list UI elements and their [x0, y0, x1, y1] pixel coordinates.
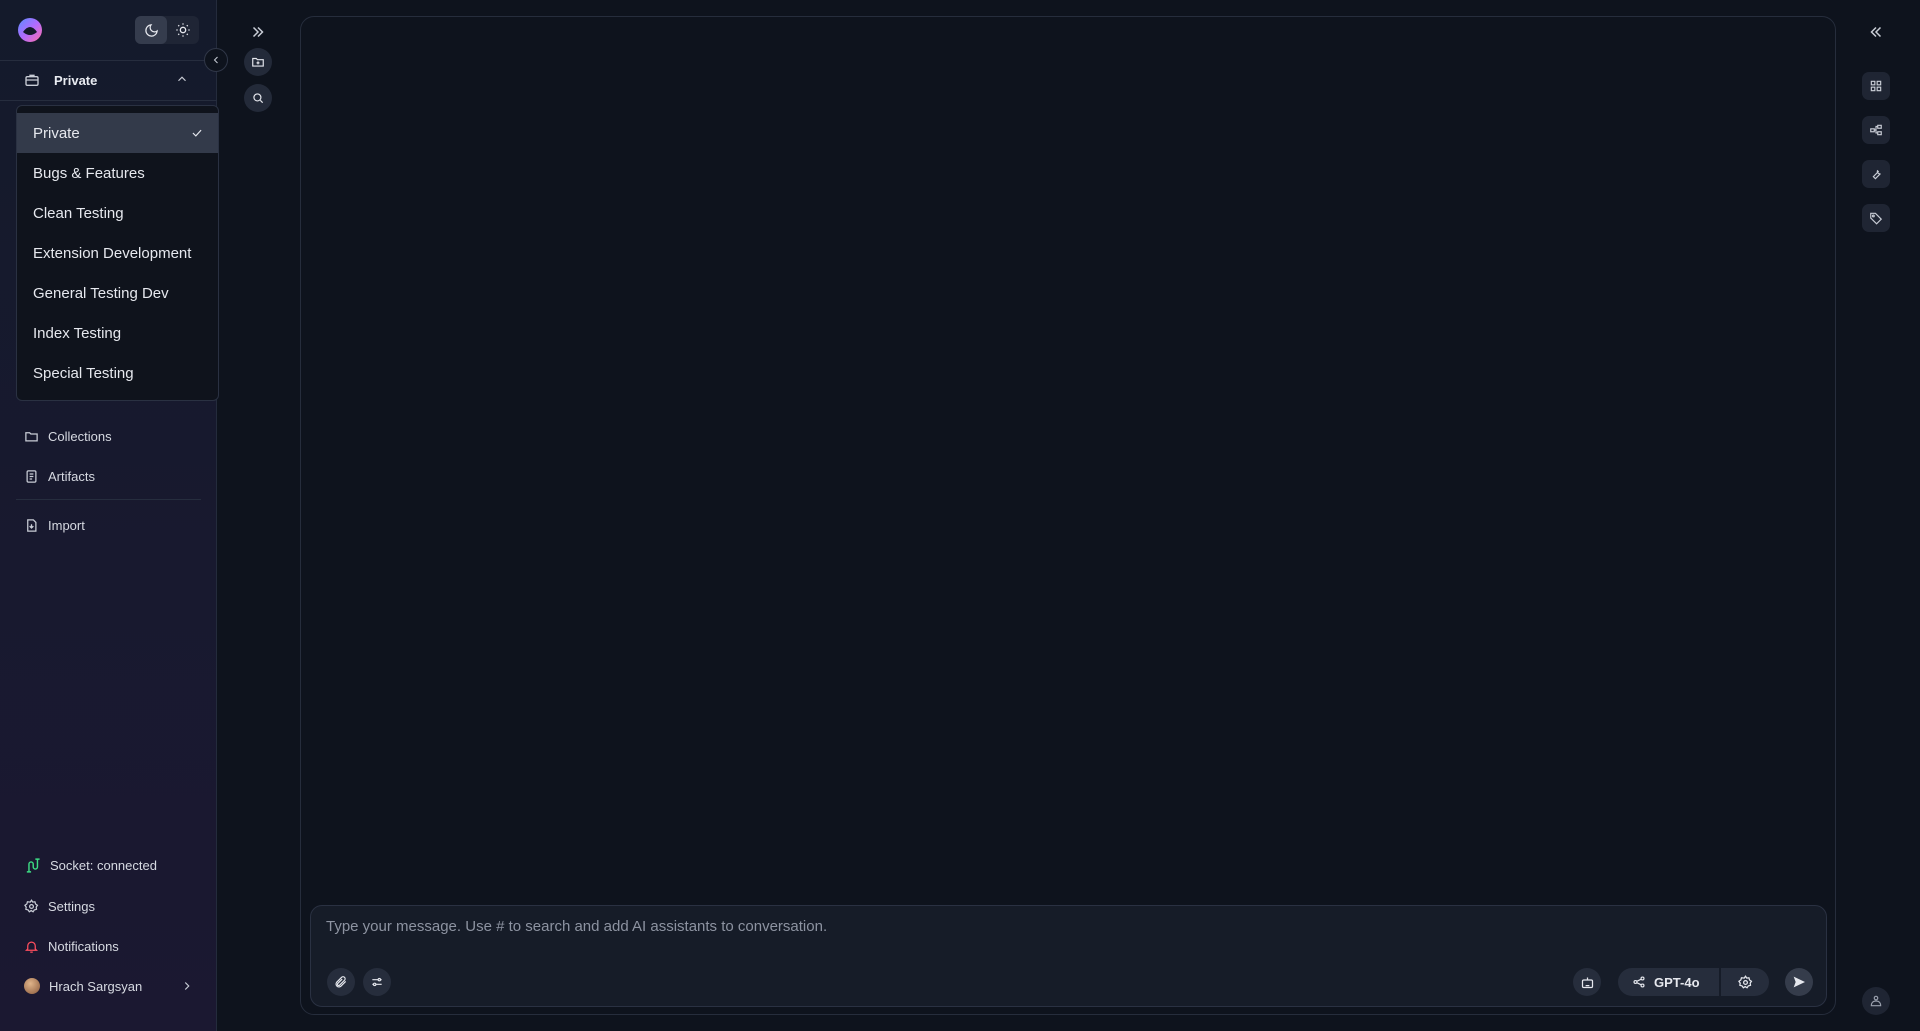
expand-panel-button[interactable] — [244, 18, 272, 46]
chevron-up-icon — [178, 76, 186, 82]
workspace-option-extension-development[interactable]: Extension Development — [17, 233, 218, 273]
workspace-option-private[interactable]: Private — [17, 113, 218, 153]
wrench-icon — [1872, 169, 1881, 180]
bell-icon — [24, 941, 39, 953]
attach-button[interactable] — [327, 968, 355, 996]
option-label: General Testing Dev — [33, 284, 169, 302]
sliders-icon — [372, 977, 382, 987]
settings-label: Settings — [48, 898, 95, 914]
workspace-dropdown: Private Bugs & Features Clean Testing Ex… — [16, 105, 219, 401]
grid-button[interactable] — [1862, 72, 1890, 100]
theme-toggle[interactable] — [135, 16, 199, 44]
nav-artifacts[interactable]: Artifacts — [24, 466, 95, 486]
nav-label: Collections — [48, 428, 112, 444]
collapse-sidebar-button[interactable] — [204, 48, 228, 72]
paperclip-icon — [335, 976, 347, 988]
artifact-icon — [26, 469, 37, 483]
workspace-selector[interactable]: Private — [0, 61, 217, 99]
model-settings-button[interactable] — [1721, 968, 1769, 996]
assistant-button[interactable] — [1573, 968, 1601, 996]
app-logo[interactable] — [14, 16, 46, 44]
option-label: Extension Development — [33, 244, 192, 262]
collapse-right-panel-button[interactable] — [1862, 18, 1890, 46]
workspace-option-clean-testing[interactable]: Clean Testing — [17, 193, 218, 233]
check-icon — [192, 129, 202, 137]
chevron-left-icon — [213, 56, 218, 64]
workspace-option-bugs-features[interactable]: Bugs & Features — [17, 153, 218, 193]
chat-panel: GPT-4o — [300, 16, 1836, 1015]
nav-import[interactable]: Import — [24, 515, 85, 535]
tools-button[interactable] — [1862, 160, 1890, 188]
workspace-option-general-testing-dev[interactable]: General Testing Dev — [17, 273, 218, 313]
tags-button[interactable] — [1862, 204, 1890, 232]
message-input[interactable] — [326, 918, 1806, 948]
workspace-option-index-testing[interactable]: Index Testing — [17, 313, 218, 353]
option-label: Clean Testing — [33, 204, 124, 222]
gear-icon — [24, 898, 39, 913]
message-composer: GPT-4o — [310, 905, 1827, 1007]
model-selector[interactable]: GPT-4o — [1618, 968, 1719, 996]
user-name: Hrach Sargsyan — [49, 978, 143, 994]
send-button[interactable] — [1785, 968, 1813, 996]
search-icon — [253, 93, 264, 104]
option-label: Bugs & Features — [33, 164, 145, 182]
notifications-label: Notifications — [48, 938, 119, 954]
model-name: GPT-4o — [1654, 974, 1700, 990]
nav-collections[interactable]: Collections — [24, 426, 112, 446]
grid-icon — [1870, 80, 1882, 92]
socket-connected-icon — [26, 857, 40, 873]
socket-status: Socket: connected — [24, 855, 157, 875]
option-label: Index Testing — [33, 324, 122, 342]
workspace-label: Private — [54, 72, 98, 88]
workflow-icon — [1870, 124, 1882, 136]
option-label: Special Testing — [33, 364, 134, 382]
new-folder-button[interactable] — [244, 48, 272, 76]
assistant-avatar-button[interactable] — [1862, 987, 1890, 1015]
robot-icon — [1581, 977, 1593, 988]
workspace-option-special-testing[interactable]: Special Testing — [17, 353, 218, 393]
notifications-link[interactable]: Notifications — [24, 936, 119, 956]
import-file-icon — [27, 518, 37, 532]
user-profile[interactable]: Hrach Sargsyan — [24, 976, 194, 996]
workflow-button[interactable] — [1862, 116, 1890, 144]
assistant-icon — [1870, 995, 1882, 1007]
options-button[interactable] — [363, 968, 391, 996]
briefcase-icon — [25, 74, 39, 86]
gear-icon — [1737, 974, 1752, 989]
send-icon — [1793, 976, 1805, 988]
sun-icon[interactable] — [167, 16, 199, 44]
divider — [16, 499, 201, 500]
avatar — [24, 978, 40, 994]
nav-label: Artifacts — [48, 468, 95, 484]
socket-status-text: Socket: connected — [50, 857, 157, 873]
moon-icon[interactable] — [135, 16, 167, 44]
nav-label: Import — [48, 517, 85, 533]
settings-link[interactable]: Settings — [24, 896, 95, 916]
model-share-icon — [1633, 976, 1645, 988]
tag-icon — [1870, 212, 1883, 225]
new-folder-icon — [252, 57, 264, 67]
expand-icon — [252, 26, 264, 38]
folder-icon — [25, 431, 38, 441]
divider — [0, 100, 217, 101]
search-button[interactable] — [244, 84, 272, 112]
option-label: Private — [33, 124, 80, 142]
chevron-right-icon — [184, 982, 190, 990]
collapse-icon — [1870, 26, 1882, 38]
